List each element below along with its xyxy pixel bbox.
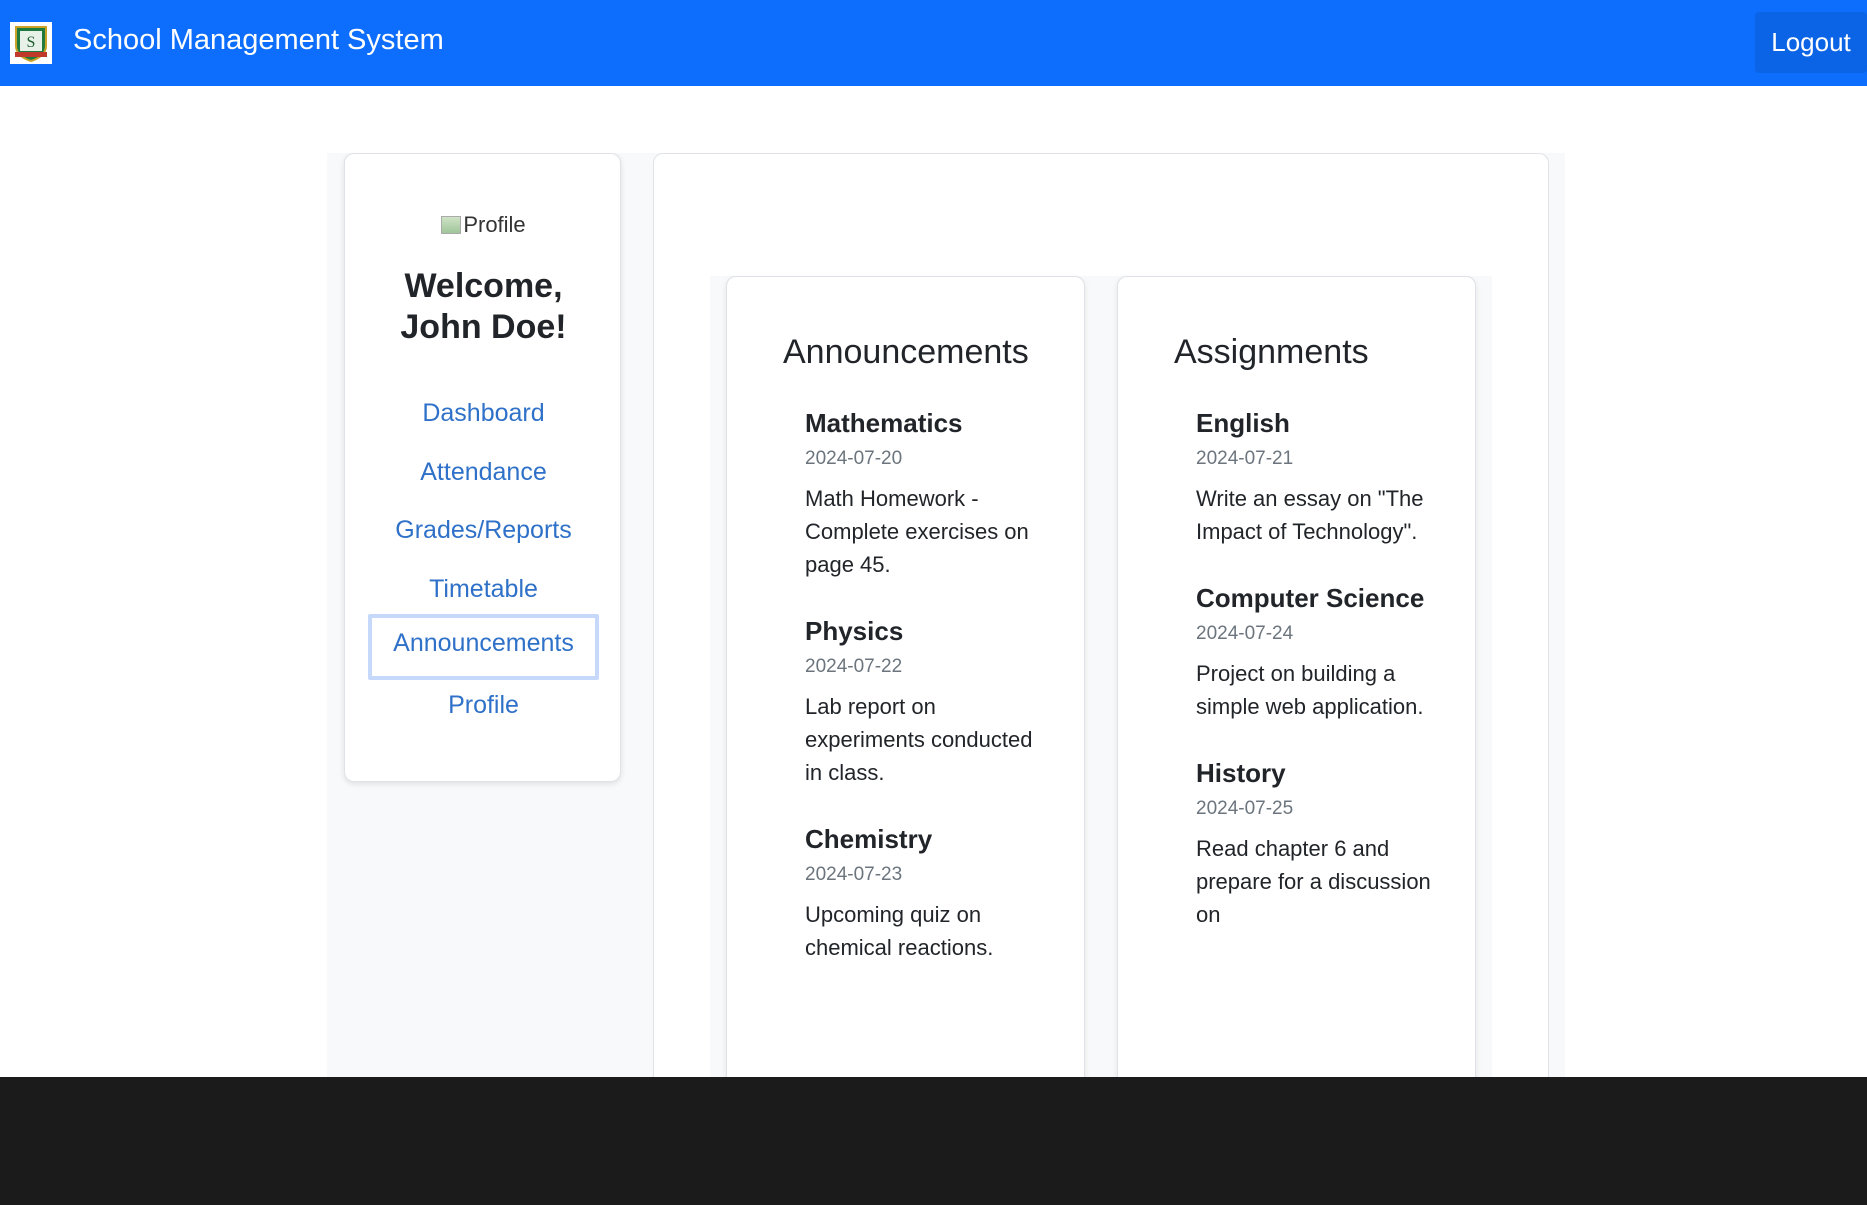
announcement-item: Mathematics 2024-07-20 Math Homework - C… (805, 407, 1045, 581)
sidebar-item-dashboard[interactable]: Dashboard (345, 384, 622, 443)
welcome-line-2: John Doe! (400, 308, 567, 346)
sidebar-item-profile[interactable]: Profile (345, 676, 622, 735)
announcement-title: Chemistry (805, 824, 933, 854)
bottom-dark-bar (0, 1077, 1867, 1205)
assignment-date: 2024-07-24 (1196, 623, 1294, 644)
announcements-panel: Announcements Mathematics 2024-07-20 Mat… (726, 276, 1085, 1077)
assignments-panel: Assignments English 2024-07-21 Write an … (1117, 276, 1476, 1077)
assignment-item: English 2024-07-21 Write an essay on "Th… (1196, 407, 1436, 548)
assignments-heading: Assignments (1174, 333, 1369, 371)
assignment-title: History (1196, 758, 1286, 788)
main-card: Announcements Mathematics 2024-07-20 Mat… (653, 153, 1549, 1077)
app-title[interactable]: School Management System (73, 24, 444, 57)
logo-letter: S (27, 34, 36, 51)
sidebar-item-timetable[interactable]: Timetable (345, 560, 622, 619)
assignment-description: Read chapter 6 and prepare for a discuss… (1196, 836, 1431, 927)
top-navbar: S School Management System Logout (0, 0, 1867, 86)
announcements-heading: Announcements (783, 333, 1029, 371)
announcement-title: Mathematics (805, 408, 963, 438)
announcement-title: Physics (805, 616, 904, 646)
assignment-title: Computer Science (1196, 583, 1425, 613)
announcement-item: Physics 2024-07-22 Lab report on experim… (805, 615, 1045, 789)
cards-row: Announcements Mathematics 2024-07-20 Mat… (710, 276, 1492, 1077)
announcement-date: 2024-07-20 (805, 448, 903, 469)
assignment-date: 2024-07-21 (1196, 448, 1294, 469)
announcement-description: Lab report on experiments conducted in c… (805, 694, 1033, 785)
assignment-description: Project on building a simple web applica… (1196, 661, 1424, 719)
profile-image-alt: Profile (463, 212, 526, 237)
assignment-title: English (1196, 408, 1290, 438)
welcome-heading: Welcome, John Doe! (345, 266, 622, 348)
assignment-date: 2024-07-25 (1196, 798, 1294, 819)
welcome-line-1: Welcome, (404, 267, 563, 305)
assignment-item: Computer Science 2024-07-24 Project on b… (1196, 582, 1436, 723)
announcement-date: 2024-07-22 (805, 656, 903, 677)
announcement-description: Upcoming quiz on chemical reactions. (805, 902, 994, 960)
sidebar-item-grades-reports[interactable]: Grades/Reports (345, 501, 622, 560)
page-content: Profile Welcome, John Doe! Dashboard Att… (327, 153, 1565, 1077)
sidebar-item-announcements[interactable]: Announcements (368, 614, 599, 681)
announcement-item: Chemistry 2024-07-23 Upcoming quiz on ch… (805, 823, 1045, 964)
assignment-description: Write an essay on "The Impact of Technol… (1196, 486, 1424, 544)
assignment-item: History 2024-07-25 Read chapter 6 and pr… (1196, 757, 1436, 931)
school-logo-icon[interactable]: S (10, 22, 52, 64)
sidebar: Profile Welcome, John Doe! Dashboard Att… (344, 153, 621, 782)
profile-image: Profile (345, 212, 622, 238)
sidebar-nav: Dashboard Attendance Grades/Reports Time… (345, 384, 622, 735)
logout-button[interactable]: Logout (1755, 12, 1867, 73)
announcement-date: 2024-07-23 (805, 864, 903, 885)
broken-image-icon (441, 216, 462, 234)
announcement-description: Math Homework - Complete exercises on pa… (805, 486, 1029, 577)
sidebar-item-attendance[interactable]: Attendance (345, 443, 622, 502)
